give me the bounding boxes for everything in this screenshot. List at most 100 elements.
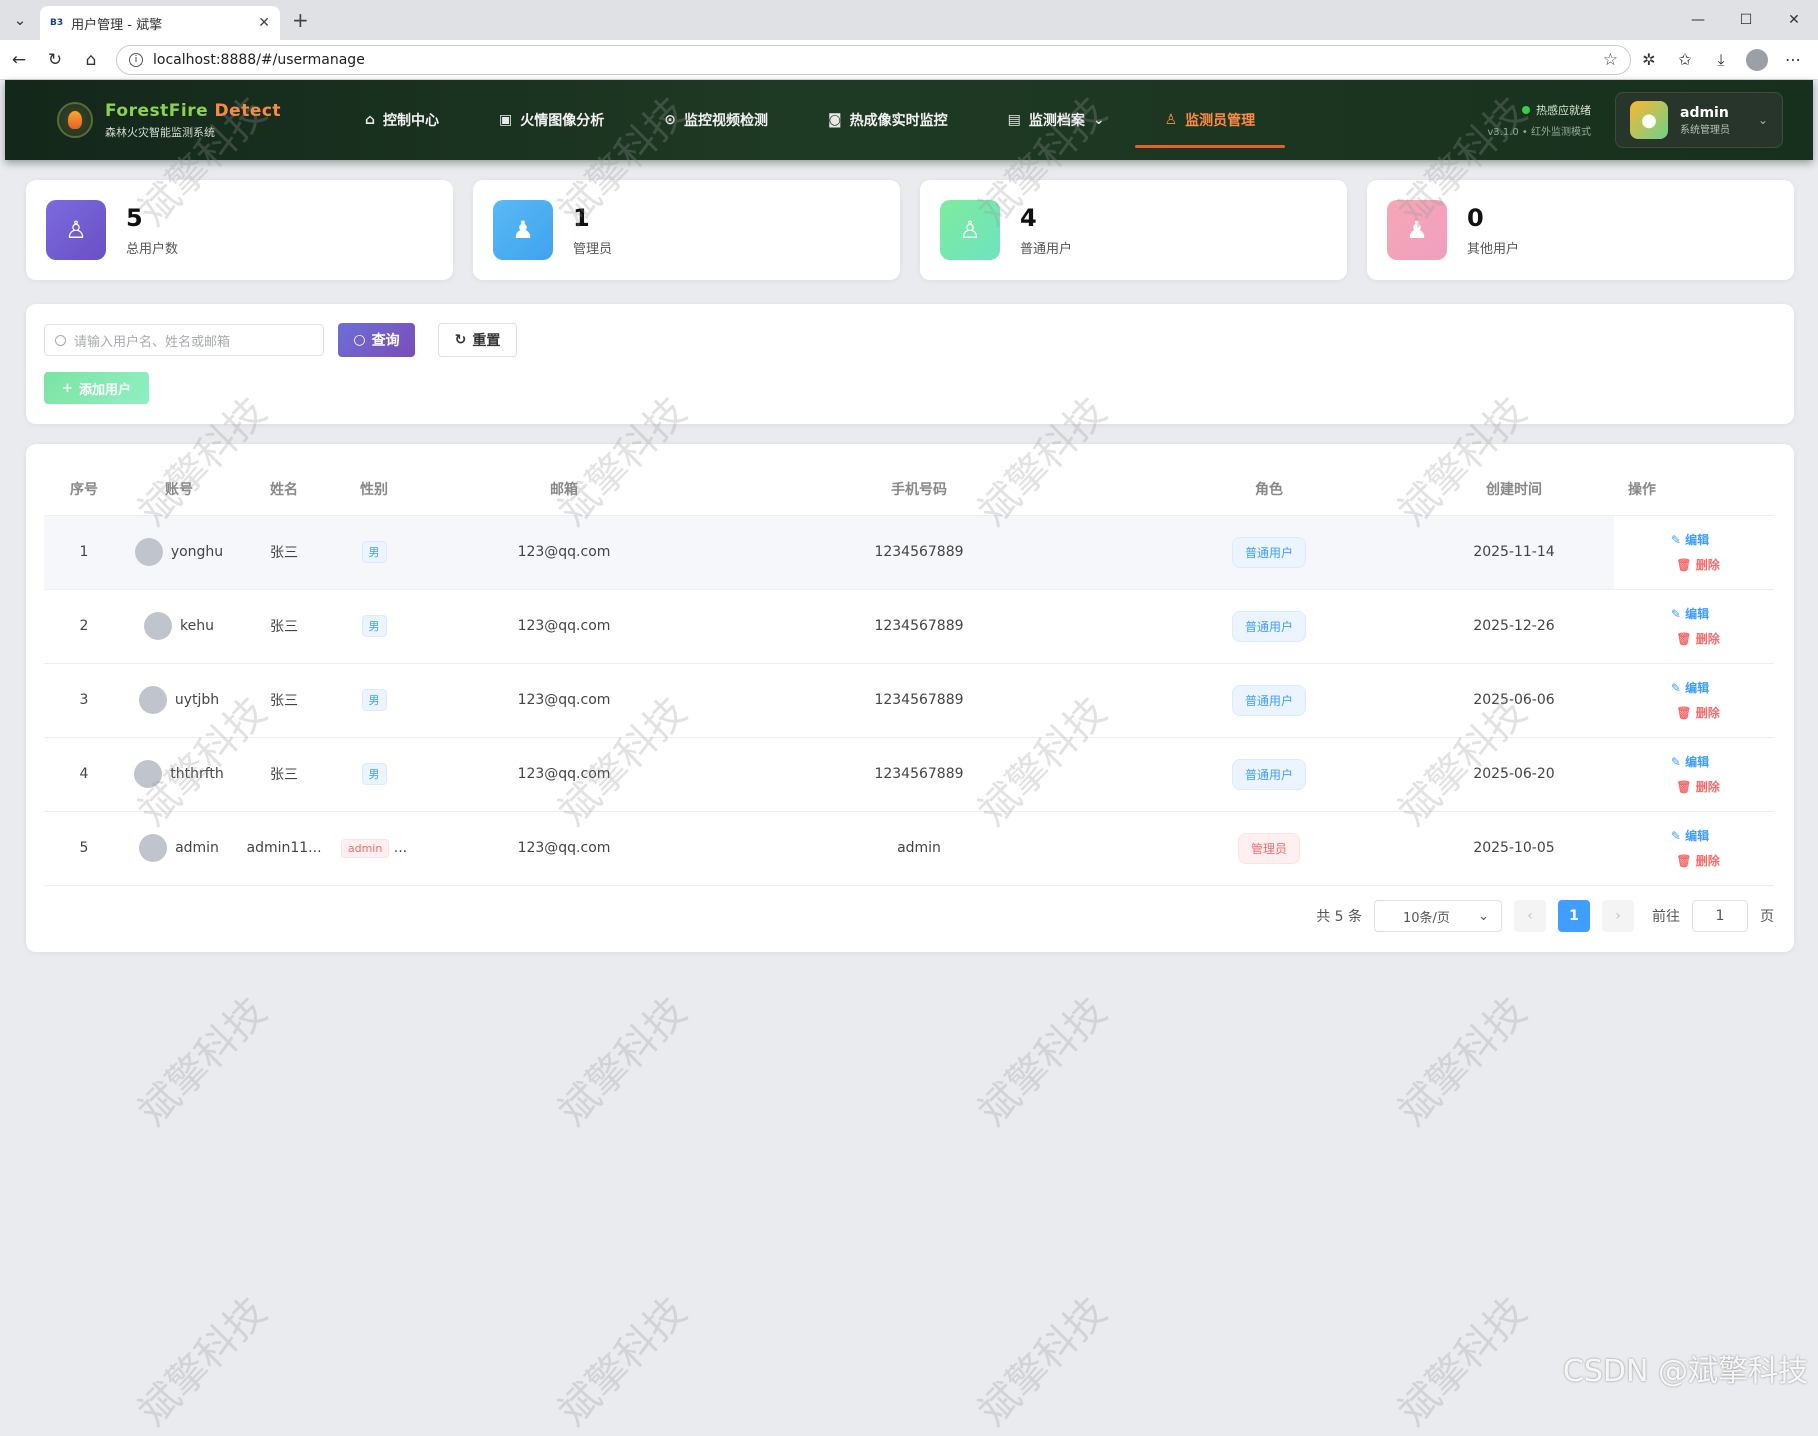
camera-icon: ◙ [828,112,842,128]
tab-list-chevron-icon[interactable]: ⌄ [6,6,34,34]
reset-button[interactable]: ↻ 重置 [438,323,517,357]
table-row[interactable]: 5 admin admin11... admin ... 123@qq.com … [44,811,1774,886]
edit-button[interactable]: ✎ 编辑 [1606,827,1774,844]
refresh-icon: ↻ [454,332,467,348]
watermark: 斌擎科技 [1389,1288,1536,1435]
user-role: 系统管理员 [1680,124,1730,136]
col-header: 角色 [1124,464,1414,516]
nav-item-records[interactable]: ▤ 监测档案 ⌄ [978,80,1135,160]
watermark: 斌擎科技 [969,1288,1116,1435]
browser-tab[interactable]: B3 用户管理 - 斌擎 ✕ [40,6,280,40]
edit-button[interactable]: ✎ 编辑 [1606,679,1774,696]
total-count: 共 5 条 [1316,909,1362,925]
play-icon: ⊙ [664,112,676,128]
profile-icon[interactable] [1739,48,1775,71]
query-button[interactable]: ○ 查询 [338,323,415,357]
back-arrow-icon[interactable]: ← [2,43,36,77]
stat-other-users: ♟ 0 其他用户 [1367,180,1794,280]
user-icon: ♙ [46,200,106,260]
delete-button[interactable]: 🗑 删除 [1622,852,1774,869]
avatar [134,760,163,788]
col-header: 手机号码 [714,464,1124,516]
delete-button[interactable]: 🗑 删除 [1622,704,1774,721]
window-controls: — ☐ ✕ [1674,0,1818,40]
stat-total-users: ♙ 5 总用户数 [26,180,453,280]
close-tab-icon[interactable]: ✕ [258,15,270,31]
brand-name: ForestFire Detect [105,100,282,121]
add-user-button[interactable]: + 添加用户 [44,372,149,404]
watermark: 斌擎科技 [129,1288,276,1435]
avatar [139,834,168,862]
edit-button[interactable]: ✎ 编辑 [1606,531,1774,548]
watermark: 斌擎科技 [969,988,1116,1135]
extensions-icon[interactable]: ✲ [1631,50,1667,69]
bookmark-star-icon[interactable]: ☆ [1603,50,1618,70]
role-tag: 普通用户 [1231,684,1306,716]
col-header: 序号 [44,464,124,516]
close-window-icon[interactable]: ✕ [1770,0,1818,40]
next-page-button[interactable]: › [1602,900,1634,932]
chevron-down-icon: ⌄ [1757,113,1768,127]
nav-item-thermal-monitor[interactable]: ◙ 热成像实时监控 [798,80,978,160]
pagination: 共 5 条 10条/页 ⌄ ‹ 1 › 前往 1 页 [1316,900,1774,932]
gender-tag: admin [340,838,390,858]
other-user-icon: ♟ [1387,200,1447,260]
app-header: ForestFire Detect 森林火灾智能监测系统 ⌂ 控制中心 ▣ 火情图像… [5,80,1813,160]
gender-tag: 男 [361,689,387,711]
table-row[interactable]: 2 kehu 张三 男 123@qq.com 1234567889 普通用户 2… [44,589,1774,664]
nav-item-control-center[interactable]: ⌂ 控制中心 [335,80,469,160]
col-header: 操作 [1614,464,1774,516]
col-header: 账号 [124,464,234,516]
favicon-icon: B3 [50,18,64,28]
plus-icon: + [62,380,73,396]
delete-button[interactable]: 🗑 删除 [1622,556,1774,573]
goto-page-input[interactable]: 1 [1692,900,1748,932]
flame-logo-icon [57,102,93,138]
more-menu-icon[interactable]: ⋯ [1775,50,1811,69]
home-icon[interactable]: ⌂ [74,43,108,77]
browser-window: ⌄ B3 用户管理 - 斌擎 ✕ + — ☐ ✕ ← ↻ ⌂ i localho… [0,0,1818,1435]
csdn-watermark: CSDN @斌擎科技 [1562,1354,1808,1389]
edit-button[interactable]: ✎ 编辑 [1606,753,1774,770]
page-size-select[interactable]: 10条/页 ⌄ [1374,900,1502,932]
tab-strip: ⌄ B3 用户管理 - 斌擎 ✕ + — ☐ ✕ [0,0,1818,40]
table-header: 序号 账号 姓名 性别 邮箱 手机号码 角色 创建时间 操作 [44,464,1774,516]
prev-page-button[interactable]: ‹ [1514,900,1546,932]
reload-icon[interactable]: ↻ [38,43,72,77]
nav-item-video-detection[interactable]: ⊙ 监控视频检测 [634,80,798,160]
avatar [144,612,173,640]
minimize-icon[interactable]: — [1674,0,1722,40]
col-header: 姓名 [234,464,334,516]
watermark: 斌擎科技 [1389,988,1536,1135]
user-menu[interactable]: ● admin 系统管理员 ⌄ [1615,92,1783,148]
admin-user-icon: ♟ [493,200,553,260]
nav-item-monitor-staff[interactable]: ♙ 监测员管理 [1134,80,1286,160]
main-nav: ⌂ 控制中心 ▣ 火情图像分析 ⊙ 监控视频检测 ◙ 热成像实时监控 ▤ 监测档案 ⌄ ♙ 监… [335,80,1285,160]
nav-item-image-analysis[interactable]: ▣ 火情图像分析 [469,80,634,160]
gender-tag: 男 [361,763,387,785]
new-tab-plus-icon[interactable]: + [292,8,309,32]
edit-button[interactable]: ✎ 编辑 [1606,605,1774,622]
chevron-down-icon: ⌄ [1092,112,1105,128]
role-tag: 管理员 [1237,832,1300,864]
site-info-icon[interactable]: i [129,52,143,67]
delete-button[interactable]: 🗑 删除 [1622,778,1774,795]
role-tag: 普通用户 [1231,536,1306,568]
download-icon[interactable]: ⤓ [1703,50,1739,70]
page-button-current[interactable]: 1 [1558,900,1590,932]
search-icon [55,334,66,346]
favorites-icon[interactable]: ✩ [1667,50,1703,69]
table-row[interactable]: 3 uytjbh 张三 男 123@qq.com 1234567889 普通用户… [44,663,1774,738]
table-row[interactable]: 1 yonghu 张三 男 123@qq.com 1234567889 普通用户… [44,515,1774,590]
goto-label: 前往 [1652,909,1680,925]
chevron-down-icon: ⌄ [1478,908,1489,924]
brand-logo[interactable]: ForestFire Detect 森林火灾智能监测系统 [57,101,297,140]
delete-button[interactable]: 🗑 删除 [1622,630,1774,647]
stat-admins: ♟ 1 管理员 [473,180,900,280]
url-field[interactable]: i localhost:8888/#/usermanage ☆ [116,44,1631,75]
maximize-icon[interactable]: ☐ [1722,0,1770,40]
brand-subtitle: 森林火灾智能监测系统 [105,125,215,139]
col-header: 性别 [334,464,414,516]
search-input[interactable]: 请输入用户名、姓名或邮箱 [44,324,324,356]
table-row[interactable]: 4 ththrfth 张三 男 123@qq.com 1234567889 普通… [44,737,1774,812]
